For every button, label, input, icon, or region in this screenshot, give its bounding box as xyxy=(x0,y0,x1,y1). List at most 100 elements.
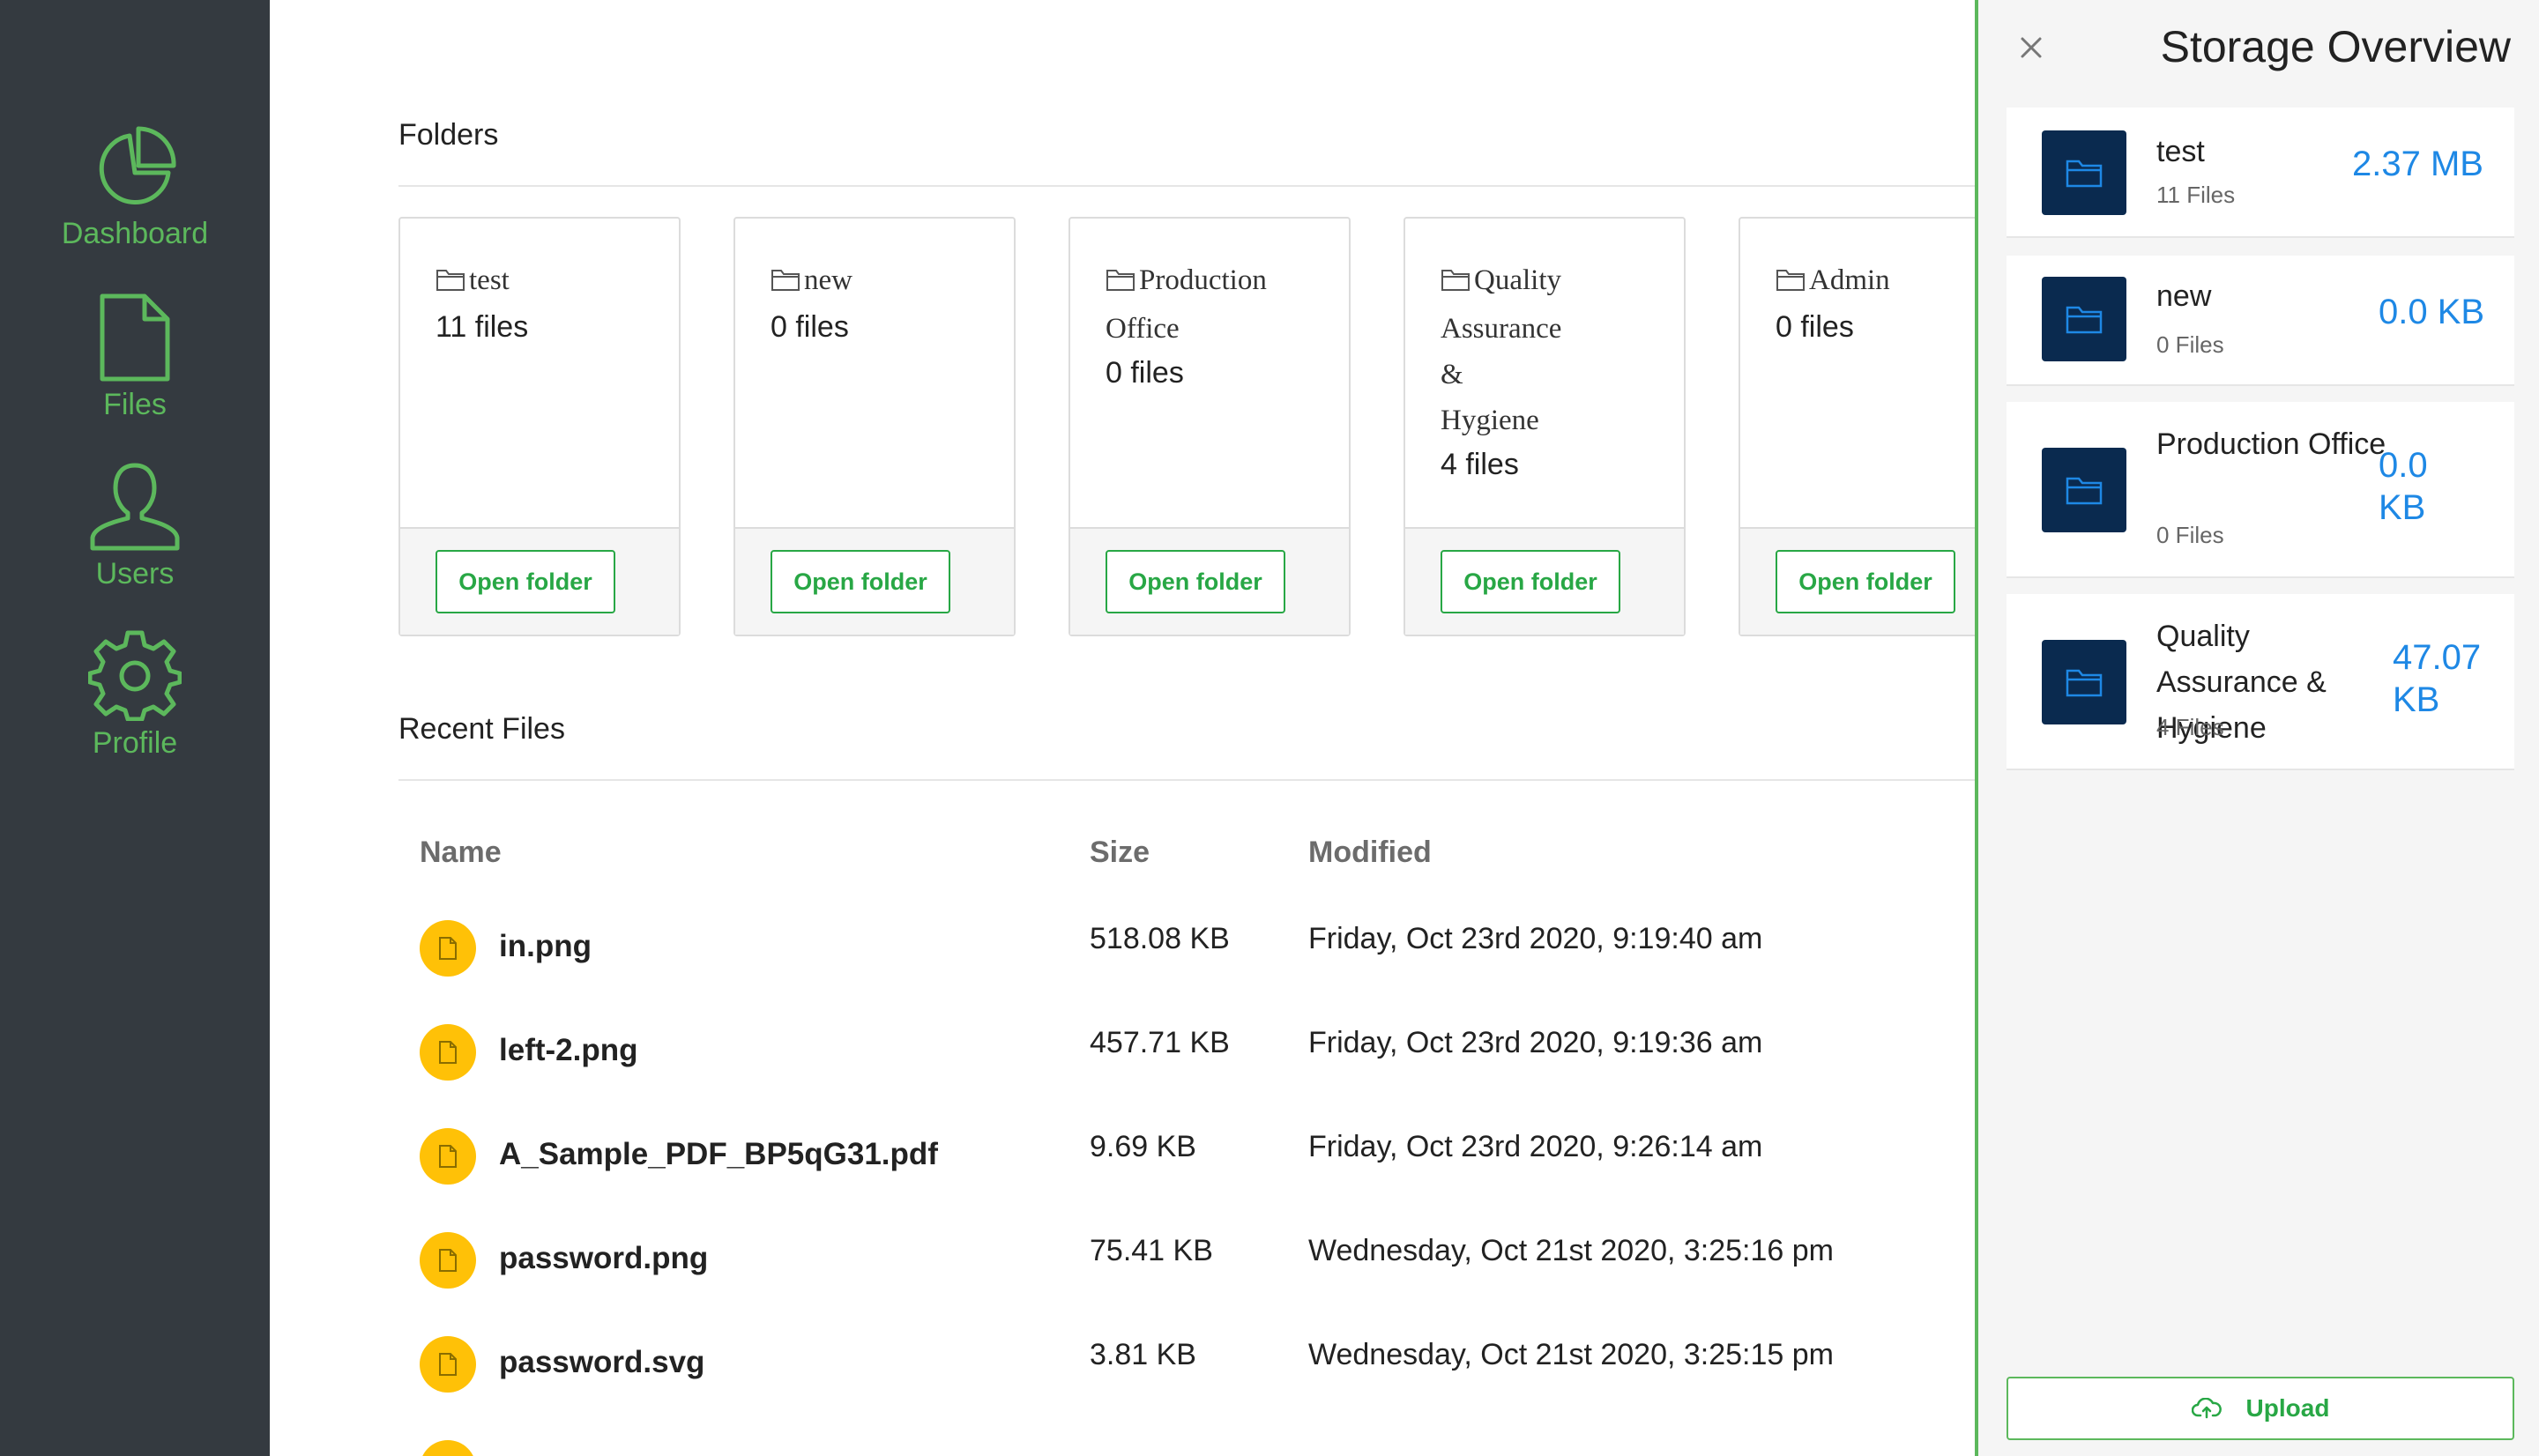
table-row[interactable]: password.svg 3.81 KB Wednesday, Oct 21st 2… xyxy=(270,1324,1975,1412)
document-icon xyxy=(420,1440,476,1456)
document-icon xyxy=(420,1336,476,1393)
storage-item-size: 0.0 KB xyxy=(2379,293,2485,331)
file-name[interactable]: password.png xyxy=(499,1241,708,1276)
folder-card-footer: Open folder xyxy=(400,527,679,635)
folder-name-line: Assurance xyxy=(1441,313,1562,345)
folder-card-body: Production Office 0 files xyxy=(1070,219,1349,529)
folder-icon xyxy=(1106,260,1135,306)
open-folder-button[interactable]: Open folder xyxy=(1441,550,1620,613)
sidebar-item-profile[interactable]: Profile xyxy=(0,628,270,761)
folder-icon xyxy=(2042,277,2126,361)
folder-name-line: test xyxy=(436,257,644,306)
folder-icon xyxy=(1441,260,1471,306)
table-row[interactable]: password.png 75.41 KB Wednesday, Oct 21st … xyxy=(270,1220,1975,1308)
folder-file-count: 4 files xyxy=(1441,448,1519,481)
sidebar-item-label: Dashboard xyxy=(61,217,209,250)
storage-item-count: 11 Files xyxy=(2156,182,2236,208)
folder-card-body: new 0 files xyxy=(735,219,1014,529)
open-folder-button[interactable]: Open folder xyxy=(436,550,615,613)
folder-card-body: Quality Assurance & Hygiene 4 files xyxy=(1405,219,1684,529)
storage-item-count: 4 Files xyxy=(2156,714,2224,740)
folder-icon xyxy=(436,260,465,306)
document-icon xyxy=(420,1024,476,1081)
storage-item-count: 0 Files xyxy=(2156,522,2224,548)
sidebar-item-users[interactable]: Users xyxy=(0,462,270,591)
table-row[interactable]: A_Sample_PDF_BP5qG31.pdf 9.69 KB Friday, O… xyxy=(270,1116,1975,1204)
folder-card: new 0 files Open folder xyxy=(733,217,1016,636)
file-modified: Wednesday, Oct 21st 2020, 3:25:15 pm xyxy=(1308,1338,1834,1371)
folder-card: test 11 files Open folder xyxy=(398,217,681,636)
sidebar-item-dashboard[interactable]: Dashboard xyxy=(0,123,270,251)
column-header-name[interactable]: Name xyxy=(420,836,502,870)
table-row[interactable]: in.png 518.08 KB Friday, Oct 23rd 2020, 9:… xyxy=(270,908,1975,996)
sidebar: Dashboard Files Users Profile xyxy=(0,0,270,1456)
column-header-size[interactable]: Size xyxy=(1090,836,1150,870)
file-name[interactable]: in.png xyxy=(499,929,592,964)
gear-icon xyxy=(0,628,270,721)
file-size: 9.69 KB xyxy=(1090,1130,1196,1163)
storage-item[interactable]: new 0 Files 0.0 KB xyxy=(2007,256,2514,386)
folder-name-line: Quality xyxy=(1441,257,1649,306)
file-size: 3.81 KB xyxy=(1090,1338,1196,1371)
file-modified: Friday, Oct 23rd 2020, 9:19:40 am xyxy=(1308,922,1763,955)
table-row[interactable] xyxy=(270,1428,1975,1456)
folder-card-body: Admin 0 files xyxy=(1740,219,1975,529)
folder-card-footer: Open folder xyxy=(735,527,1014,635)
column-header-modified[interactable]: Modified xyxy=(1308,836,1432,870)
folder-name-line: Production xyxy=(1106,257,1314,306)
folder-name-line: Office xyxy=(1106,313,1180,345)
panel-title: Storage Overview xyxy=(2160,22,2511,71)
file-name[interactable]: left-2.png xyxy=(499,1033,637,1068)
document-icon xyxy=(420,920,476,977)
open-folder-button[interactable]: Open folder xyxy=(1776,550,1955,613)
upload-button[interactable]: Upload xyxy=(2007,1377,2514,1440)
pie-chart-icon xyxy=(0,123,270,212)
folder-icon xyxy=(1776,260,1806,306)
folder-card-footer: Open folder xyxy=(1405,527,1684,635)
storage-item[interactable]: test 11 Files 2.37 MB xyxy=(2007,108,2514,238)
divider xyxy=(398,779,1975,781)
folder-card-footer: Open folder xyxy=(1740,527,1975,635)
folder-name-line: Admin xyxy=(1776,257,1975,306)
open-folder-button[interactable]: Open folder xyxy=(771,550,950,613)
storage-item-size: 2.37 MB xyxy=(2352,145,2483,183)
file-name[interactable]: A_Sample_PDF_BP5qG31.pdf xyxy=(499,1137,938,1172)
folder-card: Admin 0 files Open folder xyxy=(1739,217,1975,636)
sidebar-item-label: Users xyxy=(95,557,175,591)
folder-card: Production Office 0 files Open folder xyxy=(1068,217,1351,636)
folders-heading: Folders xyxy=(398,118,499,152)
divider xyxy=(398,185,1975,187)
storage-item-size: 47.07 KB xyxy=(2393,638,2482,719)
file-size: 75.41 KB xyxy=(1090,1234,1213,1267)
sidebar-item-label: Profile xyxy=(92,726,178,760)
file-size: 518.08 KB xyxy=(1090,922,1230,955)
folder-file-count: 0 files xyxy=(1776,310,1854,344)
open-folder-button[interactable]: Open folder xyxy=(1106,550,1285,613)
storage-item-name: Production Office xyxy=(2156,427,2386,461)
folder-icon xyxy=(2042,448,2126,532)
storage-item-name: new xyxy=(2156,279,2212,313)
upload-label: Upload xyxy=(2245,1394,2330,1422)
file-name[interactable]: password.svg xyxy=(499,1345,704,1380)
folder-icon xyxy=(2042,640,2126,724)
document-icon xyxy=(420,1128,476,1185)
storage-item[interactable]: Quality Assurance & Hygiene 4 Files 47.07 … xyxy=(2007,594,2514,770)
folder-file-count: 11 files xyxy=(436,310,529,344)
file-size: 457.71 KB xyxy=(1090,1026,1230,1059)
sidebar-item-files[interactable]: Files xyxy=(0,293,270,422)
folder-card-body: test 11 files xyxy=(400,219,679,529)
file-icon xyxy=(0,293,270,383)
recent-files-heading: Recent Files xyxy=(398,712,565,746)
table-row[interactable]: left-2.png 457.71 KB Friday, Oct 23rd 2020… xyxy=(270,1012,1975,1100)
folder-icon xyxy=(2042,130,2126,215)
close-icon[interactable] xyxy=(2015,32,2047,63)
folder-icon xyxy=(771,260,800,306)
sidebar-item-label: Files xyxy=(103,388,167,421)
folder-file-count: 0 files xyxy=(1106,356,1184,390)
file-modified: Wednesday, Oct 21st 2020, 3:25:16 pm xyxy=(1308,1234,1834,1267)
storage-item[interactable]: Production Office 0 Files 0.0 KB xyxy=(2007,402,2514,578)
cloud-upload-icon xyxy=(2191,1397,2222,1419)
folder-name-line: Hygiene xyxy=(1441,405,1539,436)
storage-item-count: 0 Files xyxy=(2156,331,2224,358)
document-icon xyxy=(420,1232,476,1289)
